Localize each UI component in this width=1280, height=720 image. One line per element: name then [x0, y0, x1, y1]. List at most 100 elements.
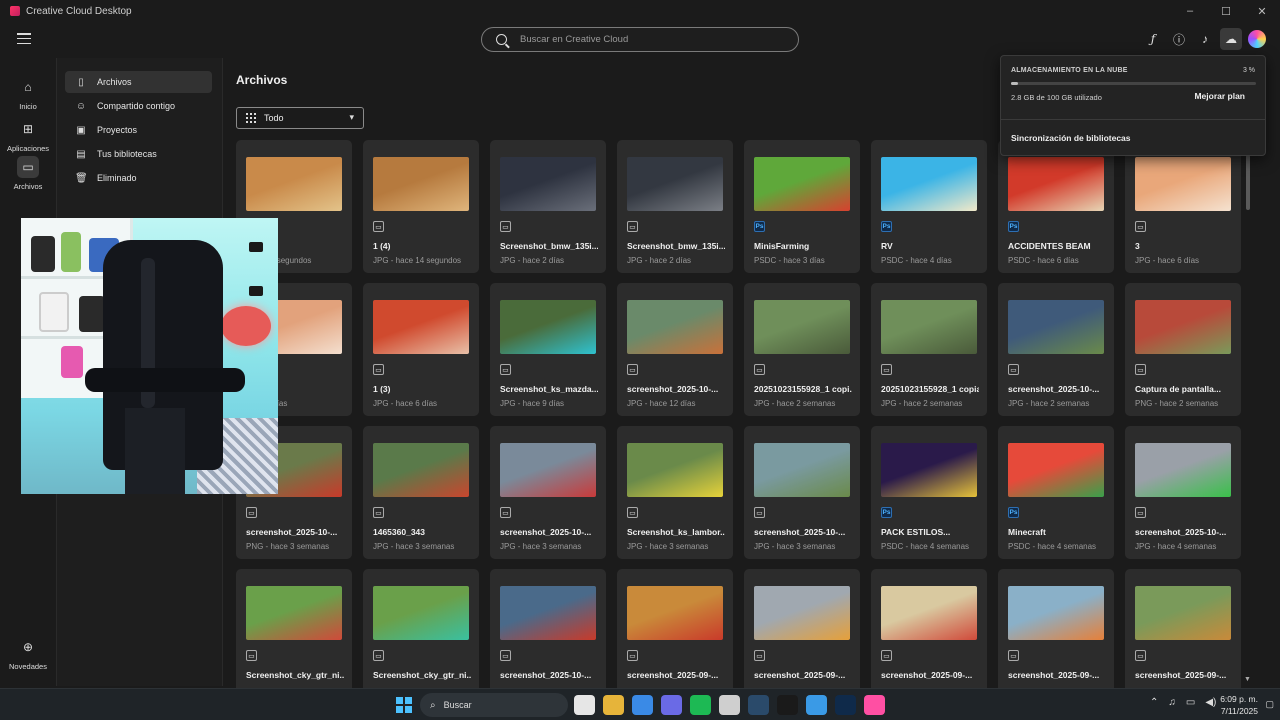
file-card[interactable]: Ps Minecraft PSDC - hace 4 semanas	[998, 426, 1114, 559]
notification-icon[interactable]: ▢	[1265, 699, 1274, 710]
minimize-button[interactable]: –	[1172, 0, 1208, 22]
taskbar-app-icon[interactable]	[748, 695, 769, 715]
rail-item-archivos[interactable]: ▭ Archivos	[0, 156, 56, 191]
file-meta: JPG - hace 2 días	[627, 256, 692, 265]
taskbar-app-icon[interactable]	[632, 695, 653, 715]
clock[interactable]: 6:09 p. m. 7/11/2025	[1220, 693, 1258, 717]
image-icon: ▭	[627, 364, 638, 375]
nav-item-compartido[interactable]: ☺ Compartido contigo	[65, 95, 212, 117]
maximize-button[interactable]: ☐	[1208, 0, 1244, 22]
file-card[interactable]: ▭ screenshot_2025-10-... JPG - hace 2 sema…	[998, 283, 1114, 416]
volume-icon[interactable]: ◀)	[1205, 697, 1216, 708]
taskbar-search[interactable]: ⌕ Buscar	[420, 693, 568, 717]
close-button[interactable]: ✕	[1244, 0, 1280, 22]
nav-item-bibliotecas[interactable]: ▤ Tus bibliotecas	[65, 143, 212, 165]
nav-item-eliminado[interactable]: 🗑 Eliminado	[65, 167, 212, 189]
file-name: screenshot_2025-09-...	[881, 670, 973, 680]
help-icon[interactable]: ⓘ	[1168, 28, 1190, 50]
windows-start-icon[interactable]	[396, 697, 412, 713]
file-card[interactable]: ▭ screenshot_2025-10-... JPG - hace 4 sema…	[1125, 426, 1241, 559]
mic-icon[interactable]: ♫	[1168, 697, 1176, 708]
search-input[interactable]: Buscar en Creative Cloud	[481, 27, 799, 52]
photoshop-icon: Ps	[1008, 507, 1019, 518]
library-sync-link[interactable]: Sincronización de bibliotecas	[1011, 133, 1131, 143]
fonts-icon[interactable]: ƒ	[1142, 28, 1164, 50]
upgrade-plan-link[interactable]: Mejorar plan	[1194, 91, 1245, 101]
page-title: Archivos	[236, 73, 288, 87]
taskbar-app-icon[interactable]	[835, 695, 856, 715]
file-name: RV	[881, 241, 893, 251]
file-card[interactable]: ▭ Screenshot_ks_lambor... JPG - hace 3 sem…	[617, 426, 733, 559]
taskbar-app-icon[interactable]	[777, 695, 798, 715]
rail-item-novedades[interactable]: ⊕ Novedades	[0, 636, 56, 671]
taskbar-app-icon[interactable]	[574, 695, 595, 715]
taskbar-app-icon[interactable]	[719, 695, 740, 715]
file-name: 1 (4)	[373, 241, 391, 251]
nav-item-proyectos[interactable]: ▣ Proyectos	[65, 119, 212, 141]
filter-dropdown[interactable]: Todo ▾	[236, 107, 364, 129]
file-card[interactable]: ▭ 20251023155928_1 copia JPG - hace 2 sema…	[871, 283, 987, 416]
file-thumbnail	[1008, 443, 1104, 497]
file-card[interactable]: ▭ screenshot_2025-10-... JPG - hace 3 sema…	[490, 426, 606, 559]
file-card[interactable]: Ps PACK ESTILOS... PSDC - hace 4 semanas	[871, 426, 987, 559]
trash-icon: 🗑	[75, 172, 88, 184]
taskbar-app-icon[interactable]	[603, 695, 624, 715]
file-card[interactable]: ▭ Captura de pantalla... PNG - hace 2 sema…	[1125, 283, 1241, 416]
chevron-up-icon[interactable]: ⌃	[1150, 697, 1158, 708]
file-thumbnail	[627, 443, 723, 497]
bell-icon[interactable]: ♪	[1194, 28, 1216, 50]
file-card[interactable]: Ps RV PSDC - hace 4 días	[871, 140, 987, 273]
rail-label: Novedades	[9, 662, 47, 671]
file-card[interactable]: Ps MinisFarming PSDC - hace 3 días	[744, 140, 860, 273]
file-card[interactable]: ▭ screenshot_2025-09-...	[617, 569, 733, 702]
file-card[interactable]: ▭ Screenshot_cky_gtr_ni...	[236, 569, 352, 702]
file-card[interactable]: ▭ screenshot_2025-09-...	[744, 569, 860, 702]
file-name: screenshot_2025-10-...	[500, 670, 592, 680]
taskbar: ⌕ Buscar ⌃ ♫ ▭ ◀) 6:09 p. m. 7/11/2025 ▢	[0, 688, 1280, 720]
file-card[interactable]: ▭ screenshot_2025-09-...	[998, 569, 1114, 702]
file-card[interactable]: ▭ screenshot_2025-10-... JPG - hace 12 día…	[617, 283, 733, 416]
file-card[interactable]: ▭ 20251023155928_1 copi... JPG - hace 2 se…	[744, 283, 860, 416]
file-card[interactable]: ▭ 1465360_343 JPG - hace 3 semanas	[363, 426, 479, 559]
file-meta: JPG - hace 3 semanas	[627, 542, 709, 551]
file-card[interactable]: ▭ 3 JPG - hace 6 días	[1125, 140, 1241, 273]
taskbar-app-icon[interactable]	[864, 695, 885, 715]
menu-icon[interactable]	[17, 33, 31, 44]
taskbar-search-label: Buscar	[443, 700, 472, 710]
image-icon: ▭	[373, 221, 384, 232]
taskbar-app-icon[interactable]	[690, 695, 711, 715]
file-card[interactable]: ▭ Screenshot_ks_mazda... JPG - hace 9 días	[490, 283, 606, 416]
file-name: screenshot_2025-09-...	[1135, 670, 1227, 680]
nav-item-archivos[interactable]: ▯ Archivos	[65, 71, 212, 93]
scroll-down-icon[interactable]: ▼	[1244, 676, 1251, 683]
file-card[interactable]: Ps ACCIDENTES BEAM PSDC - hace 6 días	[998, 140, 1114, 273]
file-name: 3	[1135, 241, 1140, 251]
rail-item-inicio[interactable]: ⌂ Inicio	[0, 76, 56, 111]
cloud-icon[interactable]: ☁	[1220, 28, 1242, 50]
scroll-thumb[interactable]	[1246, 155, 1250, 210]
avatar[interactable]	[1246, 28, 1268, 50]
file-card[interactable]: ▭ screenshot_2025-10-... JPG - hace 3 sema…	[744, 426, 860, 559]
file-meta: JPG - hace 6 días	[1135, 256, 1200, 265]
file-name: screenshot_2025-09-...	[627, 670, 719, 680]
people-icon: ☺	[75, 100, 87, 112]
file-card[interactable]: ▭ Screenshot_bmw_135i... JPG - hace 2 días	[490, 140, 606, 273]
rail-item-aplicaciones[interactable]: ⊞ Aplicaciones	[0, 118, 56, 153]
taskbar-app-icon[interactable]	[806, 695, 827, 715]
taskbar-app-icon[interactable]	[661, 695, 682, 715]
file-name: Captura de pantalla...	[1135, 384, 1221, 394]
scrollbar[interactable]: ▼	[1244, 155, 1254, 683]
title-bar: Creative Cloud Desktop – ☐ ✕	[0, 0, 1280, 22]
file-card[interactable]: ▭ 1 (4) JPG - hace 14 segundos	[363, 140, 479, 273]
nav-label: Proyectos	[97, 125, 138, 135]
display-icon[interactable]: ▭	[1186, 697, 1195, 708]
file-card[interactable]: ▭ screenshot_2025-09-...	[1125, 569, 1241, 702]
file-card[interactable]: ▭ Screenshot_cky_gtr_ni...	[363, 569, 479, 702]
file-card[interactable]: ▭ 1 (3) JPG - hace 6 días	[363, 283, 479, 416]
file-thumbnail	[500, 443, 596, 497]
file-name: 1 (3)	[373, 384, 391, 394]
grid-icon	[246, 113, 256, 123]
file-card[interactable]: ▭ Screenshot_bmw_135i... JPG - hace 2 días	[617, 140, 733, 273]
file-card[interactable]: ▭ screenshot_2025-10-...	[490, 569, 606, 702]
file-card[interactable]: ▭ screenshot_2025-09-...	[871, 569, 987, 702]
